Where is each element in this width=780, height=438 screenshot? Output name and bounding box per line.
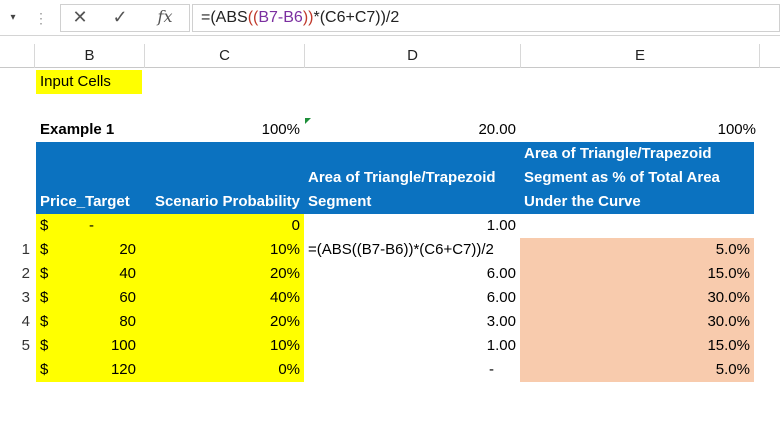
percent-value[interactable]: 5.0% bbox=[520, 358, 754, 382]
header-scenario-probability[interactable]: Scenario Probability bbox=[144, 190, 304, 214]
probability-value[interactable]: 0 bbox=[144, 214, 304, 238]
price-currency[interactable]: $ bbox=[36, 358, 56, 382]
name-box-dropdown-icon[interactable]: ▾ bbox=[2, 6, 24, 30]
percent-value[interactable]: 15.0% bbox=[520, 262, 754, 286]
cancel-icon[interactable]: ✕ bbox=[68, 4, 92, 30]
header-area-line1[interactable]: Area of Triangle/Trapezoid bbox=[304, 166, 520, 190]
probability-value[interactable]: 40% bbox=[144, 286, 304, 310]
row-number: 2 bbox=[21, 265, 30, 282]
price-currency[interactable]: $ bbox=[36, 214, 56, 238]
formula-part: )) bbox=[302, 9, 314, 26]
price-value[interactable]: 100 bbox=[56, 334, 144, 358]
price-value[interactable]: 120 bbox=[56, 358, 144, 382]
probability-total[interactable]: 100% bbox=[144, 118, 304, 142]
percent-total[interactable]: 100% bbox=[520, 118, 760, 142]
area-value[interactable]: 6.00 bbox=[304, 286, 520, 310]
percent-value[interactable]: 30.0% bbox=[520, 310, 754, 334]
header-percent-line1[interactable]: Area of Triangle/Trapezoid bbox=[520, 142, 754, 166]
probability-value[interactable]: 0% bbox=[144, 358, 304, 382]
column-header-e[interactable]: E bbox=[520, 44, 760, 68]
area-value[interactable]: 1.00 bbox=[304, 334, 520, 358]
price-currency[interactable]: $ bbox=[36, 334, 56, 358]
header-price-target[interactable]: Price_Target bbox=[36, 190, 144, 214]
input-cells-label[interactable]: Input Cells bbox=[36, 70, 142, 94]
area-value[interactable]: 6.00 bbox=[304, 262, 520, 286]
price-currency[interactable]: $ bbox=[36, 238, 56, 262]
formula-part: B7-B6 bbox=[258, 9, 303, 26]
row-number: 4 bbox=[21, 313, 30, 330]
header-percent-line2: Segment as % of Total Area bbox=[520, 166, 754, 190]
formula-part: (( bbox=[247, 9, 259, 26]
insert-function-icon[interactable]: fx bbox=[150, 4, 180, 30]
price-value[interactable]: - bbox=[56, 214, 144, 238]
probability-value[interactable]: 10% bbox=[144, 238, 304, 262]
probability-value[interactable]: 10% bbox=[144, 334, 304, 358]
area-value[interactable]: - bbox=[304, 358, 520, 382]
price-currency[interactable]: $ bbox=[36, 262, 56, 286]
formula-bar-grip-icon: ⋮ bbox=[34, 10, 48, 26]
price-value[interactable]: 80 bbox=[56, 310, 144, 334]
column-header-d[interactable]: D bbox=[304, 44, 520, 68]
area-total[interactable]: 20.00 bbox=[304, 118, 520, 142]
price-value[interactable]: 60 bbox=[56, 286, 144, 310]
enter-icon[interactable]: ✓ bbox=[108, 4, 132, 30]
price-currency[interactable]: $ bbox=[36, 310, 56, 334]
price-value[interactable]: 20 bbox=[56, 238, 144, 262]
formula-part: *(C6+C7))/2 bbox=[313, 9, 400, 26]
probability-value[interactable]: 20% bbox=[144, 262, 304, 286]
example-label[interactable]: Example 1 bbox=[36, 118, 144, 142]
header-area-line2: Segment bbox=[304, 190, 520, 214]
formula-part: =(ABS bbox=[201, 9, 248, 26]
column-header-c[interactable]: C bbox=[144, 44, 304, 68]
probability-value[interactable]: 20% bbox=[144, 310, 304, 334]
header-percent-line3: Under the Curve bbox=[520, 190, 754, 214]
column-header-b[interactable]: B bbox=[34, 44, 144, 68]
row-number: 1 bbox=[21, 241, 30, 258]
area-value[interactable]: 1.00 bbox=[304, 214, 520, 238]
percent-value[interactable]: 30.0% bbox=[520, 286, 754, 310]
price-value[interactable]: 40 bbox=[56, 262, 144, 286]
formula-input[interactable]: =(ABS((B7-B6))*(C6+C7))/2 bbox=[192, 4, 780, 32]
row-number: 3 bbox=[21, 289, 30, 306]
percent-value[interactable]: 5.0% bbox=[520, 238, 754, 262]
price-currency[interactable]: $ bbox=[36, 286, 56, 310]
row-number: 5 bbox=[21, 337, 30, 354]
area-edit-cell[interactable]: =(ABS((B7-B6))*(C6+C7))/2 bbox=[304, 238, 520, 262]
percent-value[interactable]: 15.0% bbox=[520, 334, 754, 358]
area-value[interactable]: 3.00 bbox=[304, 310, 520, 334]
